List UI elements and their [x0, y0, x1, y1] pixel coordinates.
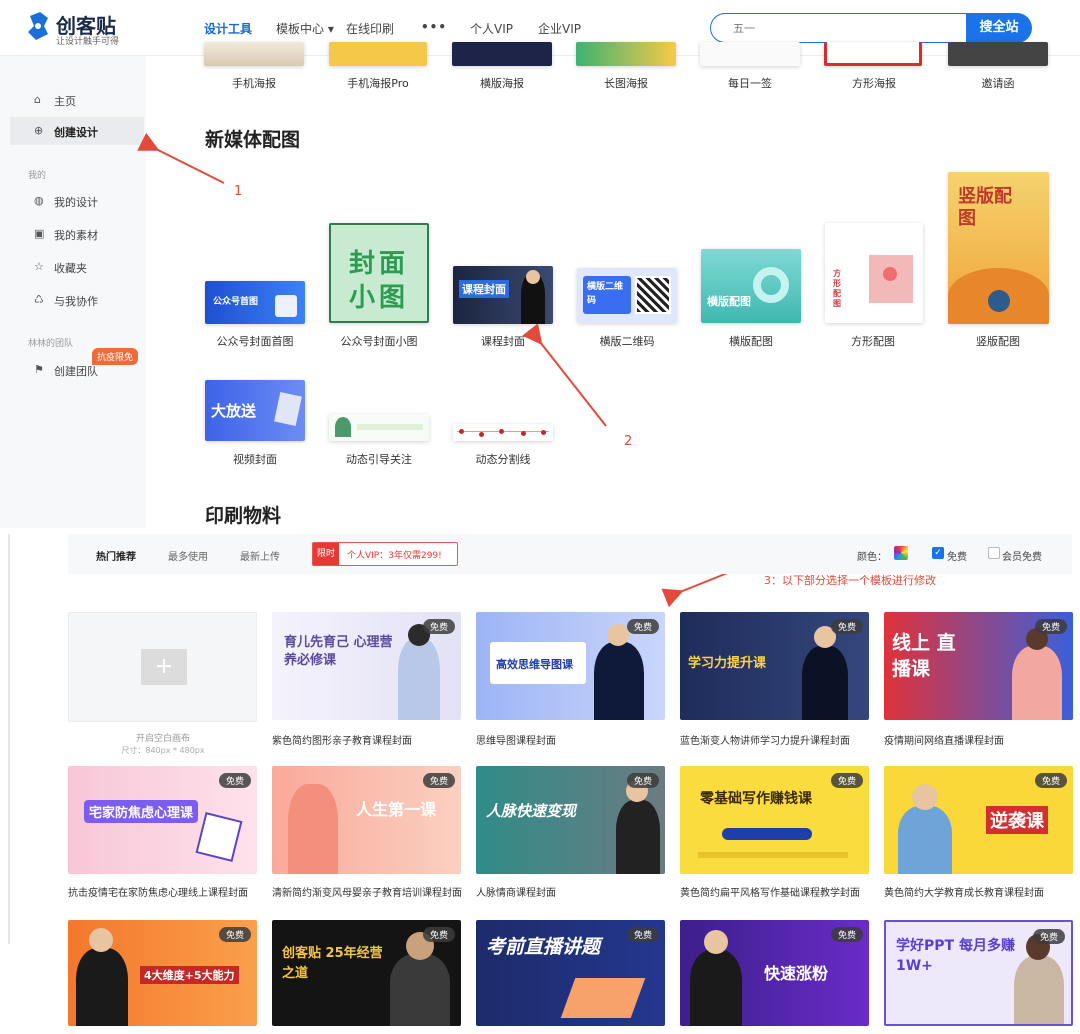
free-badge: 免费	[830, 773, 863, 788]
free-badge: 免费	[218, 927, 251, 942]
free-badge: 免费	[1032, 929, 1065, 944]
annotation-arrow-1	[137, 132, 225, 184]
template-title[interactable]: 抗击疫情宅在家防焦虑心理线上课程封面	[68, 884, 263, 899]
limited-time-tag: 限时	[313, 543, 339, 565]
free-badge: 免费	[626, 619, 659, 634]
template-card[interactable]: 创客贴 25年经营之道 免费	[272, 920, 461, 1026]
template-card[interactable]: 育儿先育己 心理营养必修课 免费	[272, 612, 461, 720]
free-badge: 免费	[422, 927, 455, 942]
vip-promo-banner[interactable]: 限时 个人VIP：3年仅需299!	[312, 542, 458, 566]
free-checkbox-label: 免费	[947, 552, 967, 563]
template-title[interactable]: 思维导图课程封面	[476, 732, 671, 747]
plus-icon: +	[141, 649, 187, 685]
template-title[interactable]: 黄色简约扁平风格写作基础课程教学封面	[680, 884, 875, 899]
free-badge: 免费	[626, 773, 659, 788]
annotation-arrow-2	[522, 323, 607, 427]
annotation-label-1: 1	[234, 184, 243, 199]
tab-hot[interactable]: 热门推荐	[96, 548, 136, 563]
free-badge: 免费	[1034, 619, 1067, 634]
blank-canvas-title: 开启空白画布	[135, 734, 190, 744]
template-card[interactable]: 宅家防焦虑心理课 免费	[68, 766, 257, 874]
scrollbar-track	[8, 534, 10, 944]
annotation-arrows	[137, 132, 771, 608]
color-picker-icon[interactable]	[894, 546, 908, 560]
vip-promo-text: 个人VIP：3年仅需299!	[347, 551, 442, 561]
free-badge: 免费	[1034, 773, 1067, 788]
template-card[interactable]: 人生第一课 免费	[272, 766, 461, 874]
template-title[interactable]: 黄色简约大学教育成长教育课程封面	[884, 884, 1079, 899]
annotation-label-2: 2	[624, 434, 633, 449]
free-badge: 免费	[422, 773, 455, 788]
tab-most-used[interactable]: 最多使用	[168, 548, 208, 563]
tab-latest[interactable]: 最新上传	[240, 548, 280, 563]
filter-bar: 热门推荐 最多使用 最新上传 限时 个人VIP：3年仅需299! 颜色： ✓ 免…	[68, 534, 1072, 574]
free-badge: 免费	[422, 619, 455, 634]
template-title[interactable]: 紫色简约图形亲子教育课程封面	[272, 732, 467, 747]
free-badge: 免费	[218, 773, 251, 788]
template-title[interactable]: 蓝色渐变人物讲师学习力提升课程封面	[680, 732, 875, 747]
free-badge: 免费	[830, 927, 863, 942]
template-title[interactable]: 清新简约渐变风母婴亲子教育培训课程封面	[272, 884, 467, 899]
blank-canvas-size: 尺寸：840px * 480px	[121, 746, 205, 755]
template-card[interactable]: 线上 直播课 免费	[884, 612, 1073, 720]
annotation-label-3: 3：以下部分选择一个模板进行修改	[764, 574, 936, 587]
template-card[interactable]: 逆袭课 免费	[884, 766, 1073, 874]
template-title[interactable]: 疫情期间网络直播课程封面	[884, 732, 1079, 747]
template-card[interactable]: 考前直播讲题 免费	[476, 920, 665, 1026]
color-filter-label: 颜色：	[857, 552, 887, 563]
template-card[interactable]: 快速涨粉 免费	[680, 920, 869, 1026]
blank-canvas-card[interactable]: +	[68, 612, 257, 722]
template-title[interactable]: 人脉情商课程封面	[476, 884, 671, 899]
free-badge: 免费	[626, 927, 659, 942]
template-card[interactable]: 学习力提升课 免费	[680, 612, 869, 720]
member-free-checkbox-label: 会员免费	[1002, 552, 1042, 563]
template-card[interactable]: 高效思维导图课 免费	[476, 612, 665, 720]
free-checkbox[interactable]: ✓	[932, 547, 944, 559]
free-badge: 免费	[830, 619, 863, 634]
template-card[interactable]: 零基础写作赚钱课 免费	[680, 766, 869, 874]
template-card[interactable]: 学好PPT 每月多赚1W+ 免费	[884, 920, 1073, 1026]
template-card[interactable]: 4大维度+5大能力 免费	[68, 920, 257, 1026]
member-free-checkbox[interactable]	[988, 547, 1000, 559]
template-card[interactable]: 人脉快速变现 免费	[476, 766, 665, 874]
